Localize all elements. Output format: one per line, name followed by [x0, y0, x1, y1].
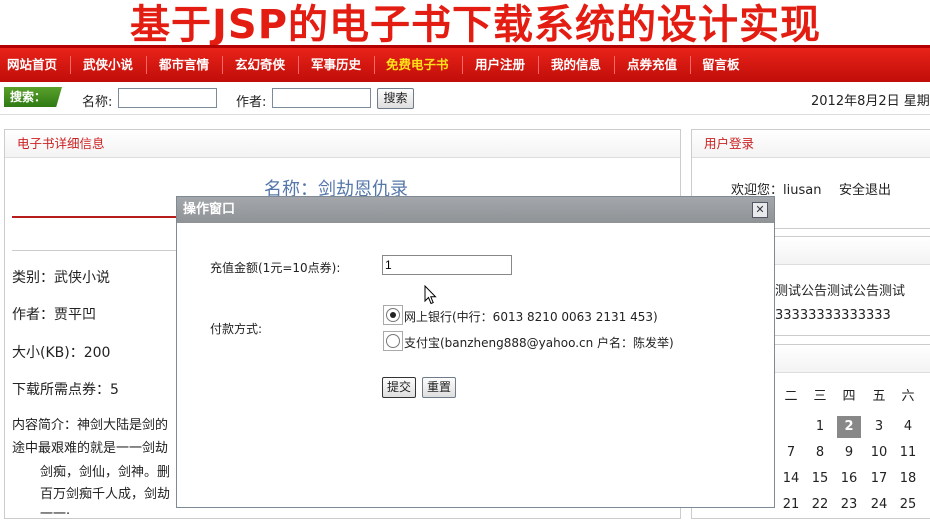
- calendar-day-today[interactable]: 2: [837, 416, 861, 438]
- nav-home[interactable]: 网站首页: [7, 48, 57, 82]
- notice-item[interactable]: 测试公告测试公告测试: [775, 280, 905, 299]
- amount-label: 充值金额(1元=10点券):: [210, 261, 341, 275]
- author-label: 作者:: [236, 95, 267, 110]
- dialog-title: 操作窗口: [177, 197, 774, 223]
- calendar-day[interactable]: 24: [867, 497, 891, 512]
- nav-free-ebooks[interactable]: 免费电子书: [386, 48, 449, 82]
- nav-divider: [462, 56, 463, 74]
- search-author-input[interactable]: [272, 88, 371, 108]
- book-detail-title: 电子书详细信息: [5, 130, 680, 158]
- calendar-day[interactable]: 10: [867, 445, 891, 460]
- book-desc-line: 途中最艰难的就是一一剑劫: [12, 441, 169, 456]
- calendar-day[interactable]: 16: [837, 471, 861, 486]
- calendar-day[interactable]: 22: [808, 497, 832, 512]
- nav-recharge[interactable]: 点券充值: [627, 48, 677, 82]
- search-bar: 搜索： 名称: 作者: 搜索 2012年8月2日 星期四: [0, 82, 930, 115]
- calendar-day[interactable]: 15: [808, 471, 832, 486]
- calendar-day[interactable]: 9: [837, 445, 861, 460]
- book-author: 作者：贾平凹: [12, 307, 96, 323]
- logout-link[interactable]: 安全退出: [839, 179, 891, 198]
- nav-divider: [374, 56, 375, 74]
- calendar-day[interactable]: 21: [779, 497, 803, 512]
- book-desc-line: 剑痴，剑仙，剑神。删: [40, 465, 171, 480]
- calendar-day[interactable]: 17: [867, 471, 891, 486]
- nav-divider: [70, 56, 71, 74]
- calendar-weekday: 三: [813, 389, 827, 404]
- divider: [12, 250, 182, 251]
- calendar-day[interactable]: 4: [896, 419, 920, 434]
- nav-divider: [222, 56, 223, 74]
- nav-divider: [298, 56, 299, 74]
- nav-divider: [614, 56, 615, 74]
- search-name-input[interactable]: [118, 88, 217, 108]
- nav-military[interactable]: 军事历史: [311, 48, 361, 82]
- close-icon[interactable]: ✕: [752, 202, 768, 218]
- nav-fantasy[interactable]: 玄幻奇侠: [235, 48, 285, 82]
- bank-option-label[interactable]: 网上银行(中行：6013 8210 0063 2131 453): [404, 308, 658, 325]
- site-banner: 基于JSP的电子书下载系统的设计实现: [0, 0, 930, 45]
- mouse-cursor-icon: [424, 285, 437, 305]
- book-points: 下载所需点券：5: [12, 382, 119, 398]
- calendar-weekday: 四: [842, 389, 856, 404]
- reset-button[interactable]: 重置: [422, 377, 456, 398]
- current-date: 2012年8月2日 星期四: [811, 94, 930, 109]
- calendar-day[interactable]: 1: [808, 419, 832, 434]
- calendar-day[interactable]: 11: [896, 445, 920, 460]
- site-title: 基于JSP的电子书下载系统的设计实现: [130, 2, 822, 45]
- book-desc-line: 内容简介：神剑大陆是剑的: [12, 418, 169, 433]
- nav-wuxia[interactable]: 武侠小说: [83, 48, 133, 82]
- calendar-weekday: 二: [784, 389, 798, 404]
- amount-input[interactable]: [382, 255, 512, 275]
- calendar-day[interactable]: 3: [867, 419, 891, 434]
- operation-dialog: 操作窗口 ✕ 充值金额(1元=10点券): 付款方式: 网上银行(中行：6013…: [176, 196, 775, 508]
- calendar-day[interactable]: 8: [808, 445, 832, 460]
- login-title: 用户登录: [692, 130, 930, 158]
- book-category: 类别：武侠小说: [12, 270, 110, 286]
- nav-urban[interactable]: 都市言情: [159, 48, 209, 82]
- search-tag: 搜索：: [4, 87, 62, 107]
- search-button[interactable]: 搜索: [377, 88, 414, 109]
- nav-guestbook[interactable]: 留言板: [702, 48, 740, 82]
- nav-divider: [146, 56, 147, 74]
- book-desc-line: 一一·: [40, 507, 71, 522]
- alipay-option-label[interactable]: 支付宝(banzheng888@yahoo.cn 户名：陈发举): [404, 334, 674, 351]
- calendar-day[interactable]: 25: [896, 497, 920, 512]
- nav-divider: [690, 56, 691, 74]
- bank-radio[interactable]: [386, 308, 400, 322]
- notice-item: 33333333333333: [775, 308, 891, 323]
- nav-my-info[interactable]: 我的信息: [551, 48, 601, 82]
- main-nav: 网站首页 武侠小说 都市言情 玄幻奇侠 军事历史 免费电子书 用户注册 我的信息…: [0, 45, 930, 82]
- calendar-day[interactable]: 18: [896, 471, 920, 486]
- calendar-weekday: 六: [901, 389, 915, 404]
- calendar-weekday: 五: [872, 389, 886, 404]
- calendar-day[interactable]: 23: [837, 497, 861, 512]
- alipay-radio[interactable]: [386, 334, 400, 348]
- calendar-day[interactable]: 14: [779, 471, 803, 486]
- calendar-day[interactable]: 7: [779, 445, 803, 460]
- book-desc-line: 百万剑痴千人成，剑劫: [40, 487, 171, 502]
- name-label: 名称:: [82, 95, 113, 110]
- nav-register[interactable]: 用户注册: [475, 48, 525, 82]
- submit-button[interactable]: 提交: [382, 377, 416, 398]
- payment-label: 付款方式:: [210, 322, 263, 336]
- book-size: 大小(KB)：200: [12, 345, 111, 361]
- nav-divider: [538, 56, 539, 74]
- title-divider: [12, 216, 182, 218]
